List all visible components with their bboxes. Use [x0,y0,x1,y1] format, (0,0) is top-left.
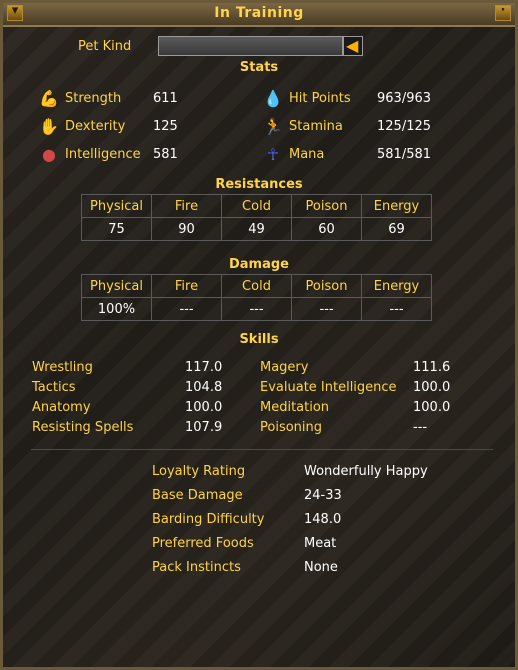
stat-value-dexterity: 125 [153,119,178,134]
brain-icon: ● [42,145,56,164]
info-label-loyalty-rating: Loyalty Rating [152,464,246,479]
skill-label-tactics: Tactics [32,380,76,395]
strength-arm-icon: 💪 [39,89,59,108]
skills-heading: Skills [239,332,279,347]
stat-label-strength: Strength [65,91,122,106]
stat-value-strength: 611 [153,91,178,106]
skill-label-wrestling: Wrestling [32,360,93,375]
skill-label-magery: Magery [260,360,309,375]
skill-label-evaluate-intelligence: Evaluate Intelligence [260,380,397,395]
stat-label-mana: Mana [289,147,325,162]
stat-value-mana: 581/581 [377,147,432,162]
stat-label-intelligence: Intelligence [65,147,141,162]
info-value-pack-instincts: None [304,560,338,575]
skill-value-poisoning: --- [413,420,428,435]
skill-label-resisting-spells: Resisting Spells [32,420,134,435]
info-label-base-damage: Base Damage [152,488,243,503]
skill-value-anatomy: 100.0 [185,400,223,415]
stat-label-dexterity: Dexterity [65,119,126,134]
resist-value-physical: 75 [81,217,152,241]
damage-value-physical: 100% [81,297,152,321]
skill-label-poisoning: Poisoning [260,420,323,435]
resist-value-energy: 69 [361,217,432,241]
resistances-heading: Resistances [215,177,303,192]
damage-header-energy: Energy [361,274,432,298]
resist-header-physical: Physical [81,194,152,218]
damage-value-energy: --- [361,297,432,321]
close-button[interactable]: · [495,3,511,21]
skill-value-wrestling: 117.0 [185,360,223,375]
damage-header-fire: Fire [151,274,222,298]
pet-kind-dropdown-button[interactable]: ◀ [343,36,363,56]
skill-value-tactics: 104.8 [185,380,223,395]
blood-drop-icon: 💧 [263,89,283,108]
skill-value-magery: 111.6 [413,360,451,375]
resistances-table: Physical Fire Cold Poison Energy 75 90 4… [81,194,432,241]
damage-header-physical: Physical [81,274,152,298]
stat-value-stamina: 125/125 [377,119,432,134]
stat-label-stamina: Stamina [289,119,343,134]
stat-value-hit-points: 963/963 [377,91,432,106]
triangle-left-icon: ◀ [346,36,359,55]
info-label-barding-difficulty: Barding Difficulty [152,512,265,527]
info-label-preferred-foods: Preferred Foods [152,536,254,551]
skill-value-meditation: 100.0 [413,400,451,415]
stats-heading: Stats [239,60,279,75]
resist-header-fire: Fire [151,194,222,218]
resist-value-poison: 60 [291,217,362,241]
pet-stats-window: ▾ In Training · Pet Kind ◀ Stats 💪 Stren… [0,0,518,670]
skill-label-meditation: Meditation [260,400,330,415]
damage-heading: Damage [228,257,289,272]
info-value-loyalty-rating: Wonderfully Happy [304,464,428,479]
damage-header-cold: Cold [221,274,292,298]
pet-kind-label: Pet Kind [78,39,132,54]
running-man-icon: 🏃 [263,117,283,136]
skill-value-resisting-spells: 107.9 [185,420,223,435]
stat-value-intelligence: 581 [153,147,178,162]
info-value-barding-difficulty: 148.0 [304,512,342,527]
stat-label-hit-points: Hit Points [289,91,351,106]
damage-value-fire: --- [151,297,222,321]
resist-header-energy: Energy [361,194,432,218]
dexterity-icon: ✋ [39,117,59,136]
info-label-pack-instincts: Pack Instincts [152,560,241,575]
skill-label-anatomy: Anatomy [32,400,91,415]
info-value-base-damage: 24-33 [304,488,342,503]
title-bar[interactable]: ▾ In Training · [3,3,515,27]
damage-value-poison: --- [291,297,362,321]
info-value-preferred-foods: Meat [304,536,337,551]
pet-kind-field[interactable] [158,36,343,56]
skill-value-evaluate-intelligence: 100.0 [413,380,451,395]
damage-table: Physical Fire Cold Poison Energy 100% --… [81,274,432,321]
resist-header-poison: Poison [291,194,362,218]
damage-value-cold: --- [221,297,292,321]
resist-value-cold: 49 [221,217,292,241]
resist-header-cold: Cold [221,194,292,218]
window-title: In Training [214,5,304,21]
ankh-icon: ☥ [267,145,279,164]
damage-header-poison: Poison [291,274,362,298]
section-divider [31,449,493,450]
close-icon: · [500,3,506,18]
resist-value-fire: 90 [151,217,222,241]
